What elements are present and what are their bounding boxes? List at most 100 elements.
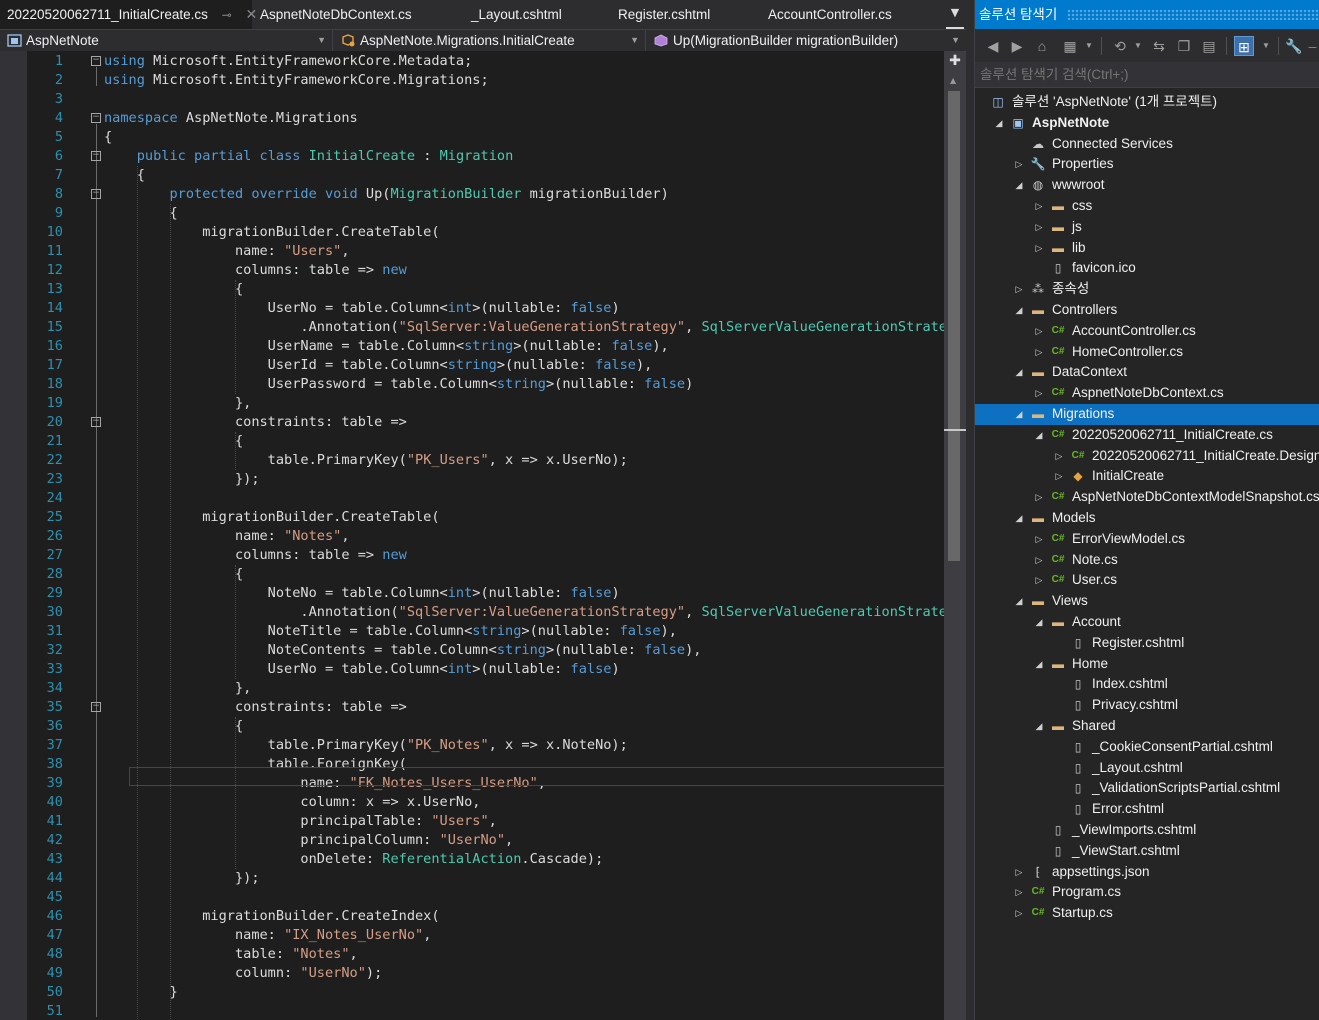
fold-toggle-icon[interactable]: − [91, 189, 101, 199]
tree-item[interactable]: ▯ Register.cshtml [975, 633, 1319, 654]
expand-arrow-icon[interactable]: ▷ [1033, 487, 1045, 508]
tree-item[interactable]: ◢ ▬ Shared [975, 716, 1319, 737]
switch-views-icon[interactable]: ▦ [1060, 36, 1080, 56]
tree-item[interactable]: ◫ 솔루션 'AspNetNote' (1개 프로젝트) [975, 92, 1319, 113]
tree-item[interactable]: ▷ C# 20220520062711_InitialCreate.Designe [975, 446, 1319, 467]
panel-splitter[interactable] [966, 0, 974, 1020]
tree-item[interactable]: ◢ ▬ Models [975, 508, 1319, 529]
scroll-thumb[interactable] [948, 91, 960, 561]
collapse-arrow-icon[interactable]: ◢ [1013, 591, 1025, 612]
tree-item[interactable]: ▷ ▬ lib [975, 238, 1319, 259]
code-area[interactable]: 1 using Microsoft.EntityFrameworkCore.Met… [27, 51, 944, 1020]
collapse-arrow-icon[interactable]: ◢ [1013, 508, 1025, 529]
member-dropdown[interactable]: Up(MigrationBuilder migrationBuilder) ▼ [647, 30, 966, 51]
scroll-up-arrow-icon[interactable]: ▲ [950, 76, 956, 85]
type-dropdown[interactable]: AspNetNote.Migrations.InitialCreate ▼ [334, 30, 646, 51]
fold-toggle-icon[interactable]: − [91, 702, 101, 712]
expand-arrow-icon[interactable]: ▷ [1053, 466, 1065, 487]
tree-item[interactable]: ▯ Privacy.cshtml [975, 695, 1319, 716]
tree-item[interactable]: ◢ C# 20220520062711_InitialCreate.cs [975, 425, 1319, 446]
tab-aspnetnotedbcontext[interactable]: AspnetNoteDbContext.cs [260, 0, 412, 29]
tree-item[interactable]: ▯ _ValidationScriptsPartial.cshtml [975, 778, 1319, 799]
expand-arrow-icon[interactable]: ▷ [1013, 903, 1025, 924]
chevron-down-icon[interactable]: ▼ [1079, 36, 1099, 56]
tree-item[interactable]: ◢ ▣ AspNetNote [975, 113, 1319, 134]
tree-item[interactable]: ☁ Connected Services [975, 134, 1319, 155]
close-icon[interactable]: ✕ [246, 6, 258, 22]
tree-item[interactable]: ◢ ◍ wwwroot [975, 175, 1319, 196]
forward-icon[interactable]: ▶ [1007, 36, 1027, 56]
tree-item[interactable]: ▯ _ViewStart.cshtml [975, 841, 1319, 862]
tree-item[interactable]: ◢ ▬ Migrations [975, 404, 1319, 425]
properties-icon[interactable]: 🔧 [1284, 36, 1304, 56]
tree-item[interactable]: ◢ ▬ Account [975, 612, 1319, 633]
back-icon[interactable]: ◀ [983, 36, 1003, 56]
fold-toggle-icon[interactable]: − [91, 113, 101, 123]
tree-item[interactable]: ▯ _CookieConsentPartial.cshtml [975, 737, 1319, 758]
expand-arrow-icon[interactable]: ▷ [1013, 154, 1025, 175]
tree-item[interactable]: ▷ C# Startup.cs [975, 903, 1319, 924]
tab-layout[interactable]: _Layout.cshtml [471, 0, 562, 29]
fold-toggle-icon[interactable]: − [91, 417, 101, 427]
tree-item[interactable]: ▷ C# AccountController.cs [975, 321, 1319, 342]
search-input[interactable] [975, 62, 1319, 87]
expand-arrow-icon[interactable]: ▷ [1033, 570, 1045, 591]
sync-icon[interactable]: ⇆ [1149, 36, 1169, 56]
tree-item[interactable]: ▷ C# ErrorViewModel.cs [975, 529, 1319, 550]
tab-overflow-button[interactable]: ▼ [946, 0, 964, 29]
vertical-scrollbar[interactable]: ✚ ▲ [944, 51, 966, 1020]
collapse-all-icon[interactable]: ❐ [1174, 36, 1194, 56]
tree-item[interactable]: ▷ C# User.cs [975, 570, 1319, 591]
tree-item[interactable]: ▷ ▬ css [975, 196, 1319, 217]
collapse-arrow-icon[interactable]: ◢ [1013, 404, 1025, 425]
fold-toggle-icon[interactable]: − [91, 151, 101, 161]
expand-arrow-icon[interactable]: ▷ [1033, 529, 1045, 550]
collapse-arrow-icon[interactable]: ◢ [1013, 300, 1025, 321]
expand-arrow-icon[interactable]: ▷ [1033, 238, 1045, 259]
tree-item[interactable]: ◢ ▬ Views [975, 591, 1319, 612]
pin-icon[interactable]: – [1305, 36, 1319, 56]
active-doc-icon[interactable]: ⊞ [1234, 36, 1254, 56]
expand-arrow-icon[interactable]: ▷ [1033, 383, 1045, 404]
expand-arrow-icon[interactable]: ▷ [1013, 862, 1025, 883]
tree-item[interactable]: ▷ ⁂ 종속성 [975, 279, 1319, 300]
chevron-down-icon[interactable]: ▼ [1128, 36, 1148, 56]
split-window-icon[interactable]: ✚ [947, 53, 963, 69]
tree-item[interactable]: ▷ C# Note.cs [975, 550, 1319, 571]
tree-item[interactable]: ▷ ▬ js [975, 217, 1319, 238]
tab-accountcontroller[interactable]: AccountController.cs [768, 0, 892, 29]
tree-item[interactable]: ▯ Error.cshtml [975, 799, 1319, 820]
home-icon[interactable]: ⌂ [1032, 36, 1052, 56]
expand-arrow-icon[interactable]: ▷ [1053, 446, 1065, 467]
expand-arrow-icon[interactable]: ▷ [1033, 550, 1045, 571]
expand-arrow-icon[interactable]: ▷ [1013, 882, 1025, 903]
chevron-down-icon[interactable]: ▼ [1256, 36, 1276, 56]
expand-arrow-icon[interactable]: ▷ [1033, 217, 1045, 238]
tree-item[interactable]: ◢ ▬ Home [975, 654, 1319, 675]
tree-item[interactable]: ▯ _Layout.cshtml [975, 758, 1319, 779]
tree-item[interactable]: ◢ ▬ DataContext [975, 362, 1319, 383]
tab-register[interactable]: Register.cshtml [618, 0, 710, 29]
show-all-files-icon[interactable]: ▤ [1199, 36, 1219, 56]
expand-arrow-icon[interactable]: ▷ [1033, 321, 1045, 342]
tree-item[interactable]: ▷ 🔧 Properties [975, 154, 1319, 175]
tree-item[interactable]: ▯ Index.cshtml [975, 674, 1319, 695]
collapse-arrow-icon[interactable]: ◢ [993, 113, 1005, 134]
tree-item[interactable]: ▷ C# HomeController.cs [975, 342, 1319, 363]
history-icon[interactable]: ⟲ [1110, 36, 1130, 56]
collapse-arrow-icon[interactable]: ◢ [1033, 716, 1045, 737]
project-dropdown[interactable]: AspNetNote ▼ [0, 30, 333, 51]
tree-item[interactable]: ▷ C# Program.cs [975, 882, 1319, 903]
tree-item[interactable]: ▯ _ViewImports.cshtml [975, 820, 1319, 841]
tab-initialcreate[interactable]: 20220520062711_InitialCreate.cs ⊸ ✕ [0, 0, 257, 29]
tree-item[interactable]: ▷ C# AspNetNoteDbContextModelSnapshot.cs [975, 487, 1319, 508]
collapse-arrow-icon[interactable]: ◢ [1013, 362, 1025, 383]
tree-item[interactable]: ▯ favicon.ico [975, 258, 1319, 279]
tree-item[interactable]: ◢ ▬ Controllers [975, 300, 1319, 321]
tree-item[interactable]: ▷ ◆ InitialCreate [975, 466, 1319, 487]
tree-item[interactable]: ▷ C# AspnetNoteDbContext.cs [975, 383, 1319, 404]
collapse-arrow-icon[interactable]: ◢ [1033, 425, 1045, 446]
expand-arrow-icon[interactable]: ▷ [1013, 279, 1025, 300]
collapse-arrow-icon[interactable]: ◢ [1033, 654, 1045, 675]
expand-arrow-icon[interactable]: ▷ [1033, 196, 1045, 217]
